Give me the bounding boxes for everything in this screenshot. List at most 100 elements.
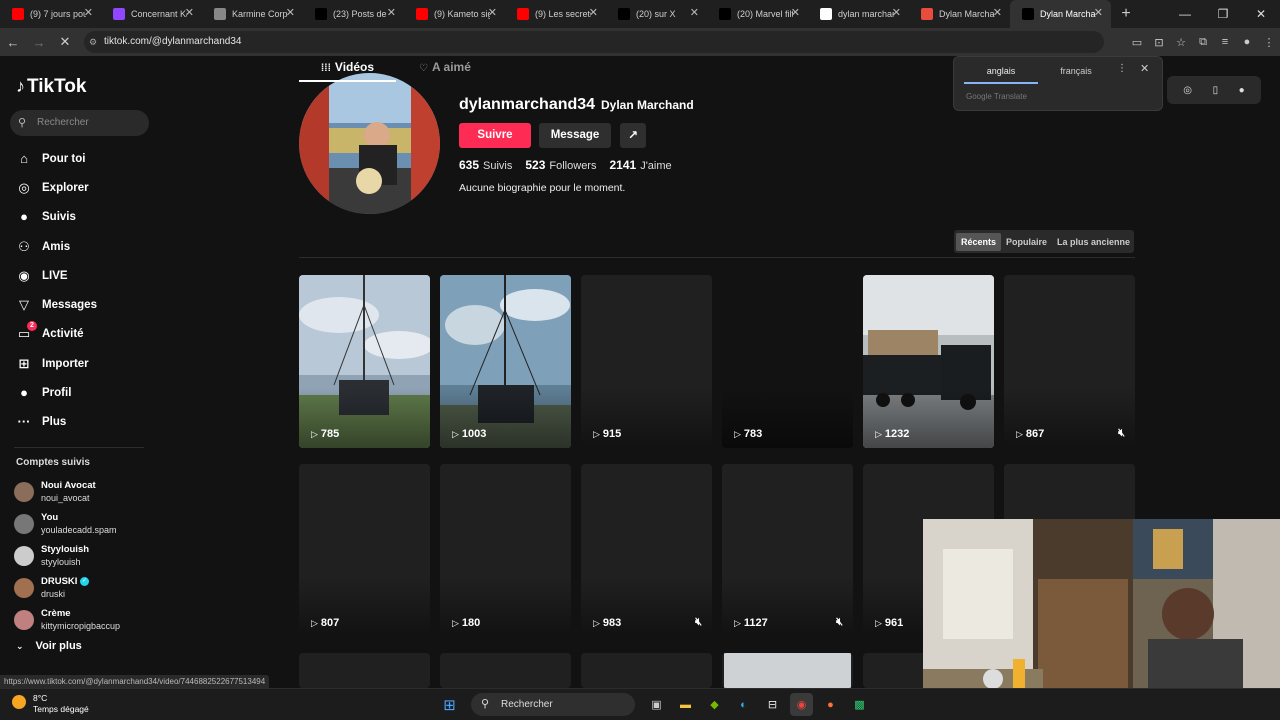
search-input[interactable]: ⚲ Rechercher [10, 110, 149, 136]
video-card[interactable]: ▷ 915 [581, 275, 712, 448]
browser-tab[interactable]: Dylan Marchan ✕ [1010, 0, 1111, 28]
close-icon[interactable]: ✕ [84, 6, 93, 19]
video-card[interactable]: ▷ 180 [440, 464, 571, 637]
translate-menu-icon[interactable]: ⋮ [1117, 63, 1127, 74]
following-account[interactable]: Crème kittymicropigbaccup [14, 604, 120, 636]
profile-avatar-icon[interactable]: ● [1236, 36, 1258, 48]
followers-stat[interactable]: 523 Followers [525, 158, 596, 172]
sort-oldest[interactable]: La plus ancienne [1052, 233, 1135, 251]
sort-popular[interactable]: Populaire [1001, 233, 1052, 251]
chrome-icon[interactable]: ◉ [790, 693, 813, 716]
sidebar-item-activit[interactable]: ▭ 2 Activité [14, 320, 97, 349]
video-card[interactable] [722, 653, 853, 688]
back-icon[interactable]: ← [0, 35, 26, 50]
close-icon[interactable]: ✕ [387, 6, 396, 19]
muted-speaker-icon[interactable]: 🔇︎ [836, 616, 843, 629]
video-card[interactable]: ▷ 783 [722, 275, 853, 448]
firefox-icon[interactable]: ● [819, 693, 842, 716]
file-explorer-icon[interactable]: ▬ [674, 693, 697, 716]
video-card[interactable] [581, 653, 712, 688]
bookmark-star-icon[interactable]: ☆ [1170, 36, 1192, 49]
video-card[interactable]: ▷ 983 🔇︎ [581, 464, 712, 637]
video-card[interactable] [299, 653, 430, 688]
translate-icon[interactable]: ⊡ [1148, 36, 1170, 49]
browser-tab[interactable]: Karmine Corp ✕ [202, 0, 303, 28]
task-view-icon[interactable]: ▣ [645, 693, 668, 716]
video-card[interactable]: ▷ 1232 [863, 275, 994, 448]
edge-icon[interactable]: ◐ [732, 693, 755, 716]
see-more-button[interactable]: ⌄ Voir plus [16, 640, 82, 652]
minimize-icon[interactable]: — [1166, 0, 1204, 28]
tiktok-logo[interactable]: ♪ TikTok [16, 76, 86, 98]
browser-tab[interactable]: dylan marchan ✕ [808, 0, 909, 28]
new-tab-button[interactable]: + [1115, 5, 1137, 23]
phone-ext-icon[interactable]: ▯ [1213, 85, 1219, 96]
weather-widget[interactable]: 8°C Temps dégagé [12, 693, 89, 715]
sidebar-item-messages[interactable]: ▽ Messages [14, 290, 97, 319]
reload-icon[interactable]: ✕ [52, 34, 78, 50]
browser-tab[interactable]: (9) Kameto sig ✕ [404, 0, 505, 28]
tab-videos[interactable]: ⁞⁞⁞ Vidéos [299, 56, 396, 82]
translate-lang-to[interactable]: français [1046, 62, 1106, 84]
following-account[interactable]: Noui Avocat noui_avocat [14, 476, 120, 508]
media-icon[interactable]: ≡ [1214, 36, 1236, 48]
avatar-ext-icon[interactable]: ● [1239, 85, 1245, 96]
url-field[interactable]: ⚙ tiktok.com/@dylanmarchand34 [84, 31, 1104, 53]
browser-tab[interactable]: (20) sur X ✕ [606, 0, 707, 28]
close-icon[interactable]: ✕ [892, 6, 901, 19]
sidebar-item-importer[interactable]: ⊞ Importer [14, 349, 97, 378]
windows-start-icon[interactable]: ⊞ [438, 693, 461, 716]
close-icon[interactable]: ✕ [1094, 6, 1103, 19]
taskbar-search[interactable]: ⚲ Rechercher [471, 693, 635, 716]
following-account[interactable]: DRUSKI ✓ druski [14, 572, 120, 604]
close-window-icon[interactable]: ✕ [1242, 0, 1280, 28]
forward-icon[interactable]: → [26, 35, 52, 50]
app-icon[interactable]: ▩ [848, 693, 871, 716]
browser-menu-icon[interactable]: ⋮ [1258, 36, 1280, 49]
sidebar-item-amis[interactable]: ⚇ Amis [14, 232, 97, 261]
store-icon[interactable]: ⊟ [761, 693, 784, 716]
close-icon[interactable]: ✕ [791, 6, 800, 19]
sidebar-item-live[interactable]: ◉ LIVE [14, 261, 97, 290]
video-card[interactable]: ▷ 807 [299, 464, 430, 637]
following-account[interactable]: Styylouish styylouish [14, 540, 120, 572]
message-button[interactable]: Message [539, 123, 611, 148]
sidebar-item-explorer[interactable]: ◎ Explorer [14, 173, 97, 202]
sidebar-item-profil[interactable]: ● Profil [14, 378, 97, 407]
muted-speaker-icon[interactable]: 🔇︎ [1118, 427, 1125, 440]
compass-ext-icon[interactable]: ◎ [1183, 85, 1192, 96]
muted-speaker-icon[interactable]: 🔇︎ [695, 616, 702, 629]
close-icon[interactable]: ✕ [690, 6, 699, 19]
extensions-icon[interactable]: ⧉ [1192, 36, 1214, 49]
video-card[interactable]: ▷ 785 [299, 275, 430, 448]
follow-button[interactable]: Suivre [459, 123, 531, 148]
browser-tab[interactable]: (20) Marvel filt ✕ [707, 0, 808, 28]
close-icon[interactable]: ✕ [488, 6, 497, 19]
browser-tab[interactable]: (23) Posts de n ✕ [303, 0, 404, 28]
sidebar-item-suivis[interactable]: ● Suivis [14, 203, 97, 232]
browser-tab[interactable]: (9) Les secrets ✕ [505, 0, 606, 28]
sidebar-item-plus[interactable]: ··· Plus [14, 408, 97, 437]
browser-tab[interactable]: Concernant Ka ✕ [101, 0, 202, 28]
translate-lang-from[interactable]: anglais [964, 62, 1038, 84]
profile-avatar[interactable] [299, 73, 440, 214]
following-account[interactable]: You youladecadd.spam [14, 508, 120, 540]
browser-tab[interactable]: Dylan Marchan ✕ [909, 0, 1010, 28]
translate-close-icon[interactable]: ✕ [1140, 62, 1149, 75]
sidebar-item-pourtoi[interactable]: ⌂ Pour toi [14, 144, 97, 173]
tab-liked[interactable]: ♡ A aimé [419, 56, 471, 82]
close-icon[interactable]: ✕ [993, 6, 1002, 19]
following-stat[interactable]: 635 Suivis [459, 158, 512, 172]
close-icon[interactable]: ✕ [589, 6, 598, 19]
site-info-icon[interactable]: ⚙ [89, 31, 97, 53]
close-icon[interactable]: ✕ [185, 6, 194, 19]
video-card[interactable]: ▷ 867 🔇︎ [1004, 275, 1135, 448]
video-card[interactable] [440, 653, 571, 688]
restore-icon[interactable]: ❐ [1204, 0, 1242, 28]
video-card[interactable]: ▷ 1003 [440, 275, 571, 448]
browser-tab[interactable]: (9) 7 jours pou ✕ [0, 0, 101, 28]
nvidia-icon[interactable]: ◆ [703, 693, 726, 716]
close-icon[interactable]: ✕ [286, 6, 295, 19]
video-card[interactable]: ▷ 1127 🔇︎ [722, 464, 853, 637]
install-app-icon[interactable]: ▭ [1126, 36, 1148, 49]
